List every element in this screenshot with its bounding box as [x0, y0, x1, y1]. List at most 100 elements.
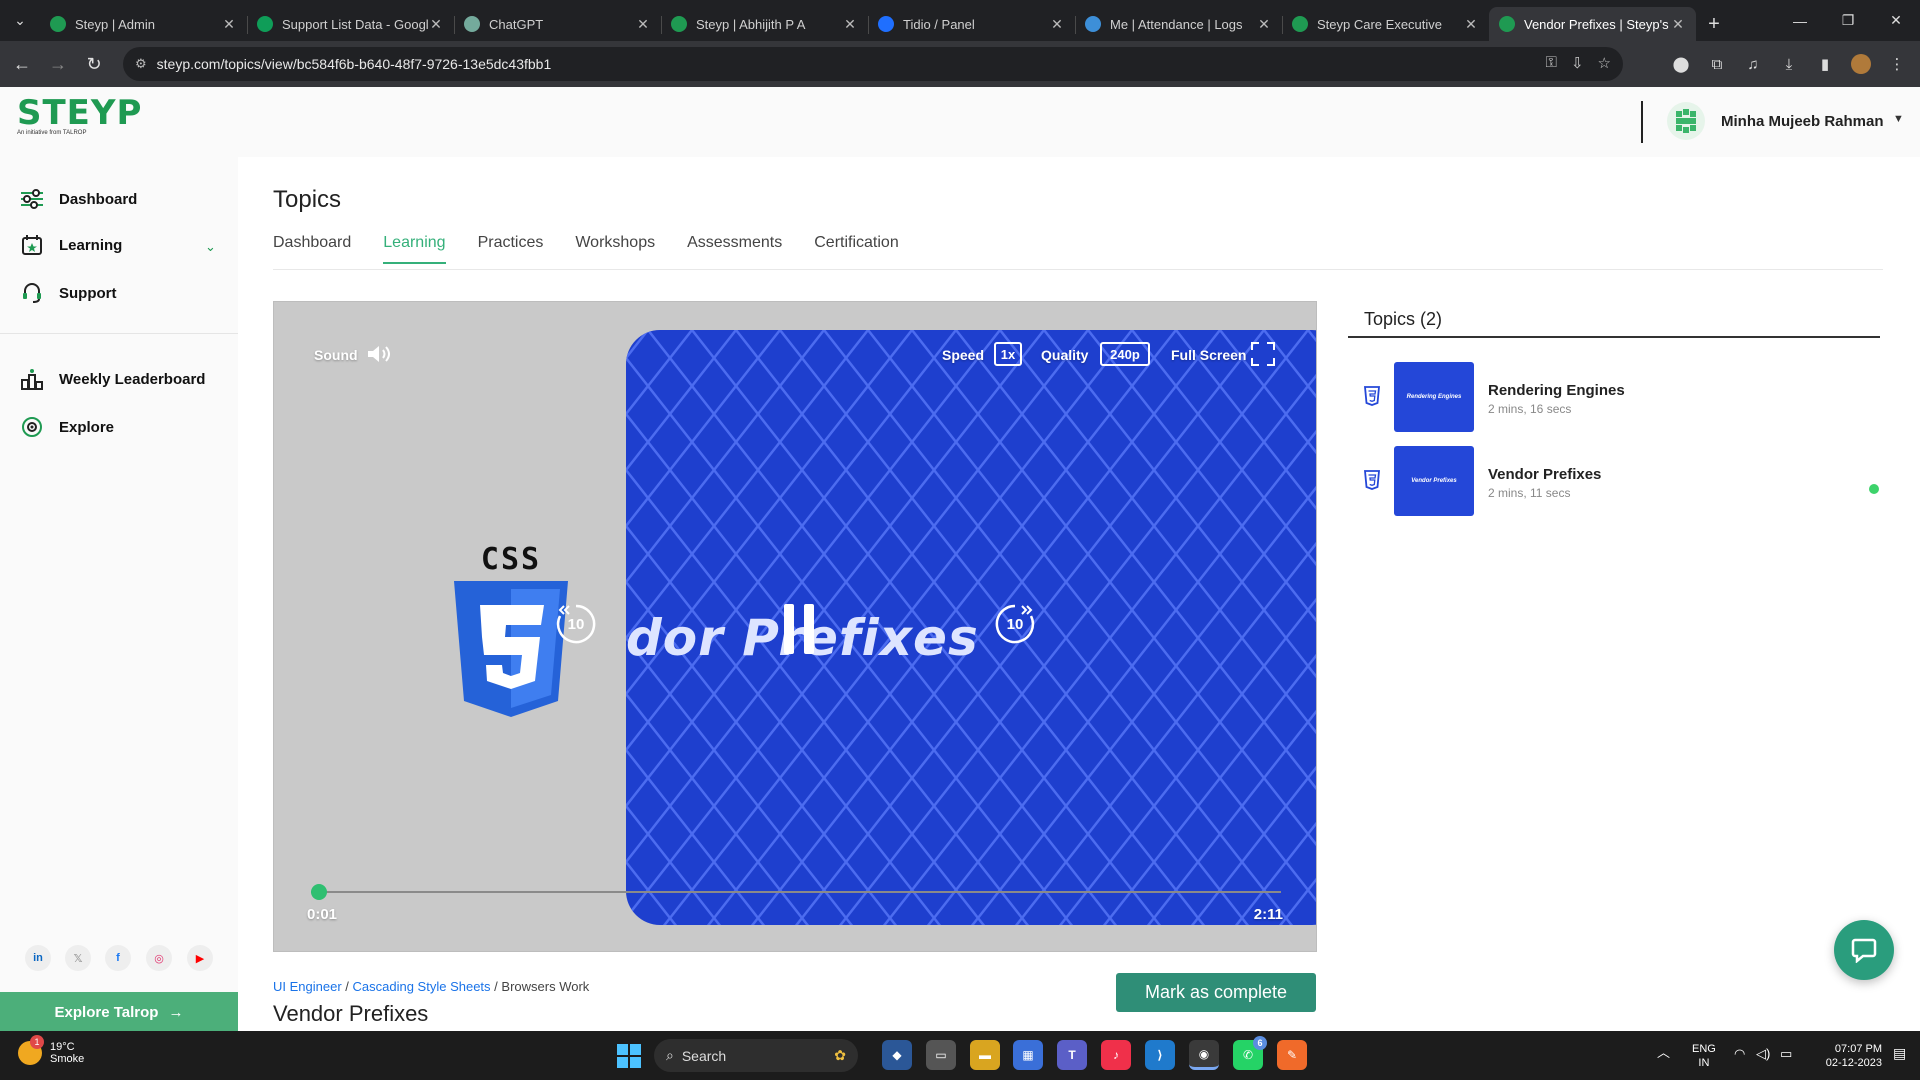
tab-certification[interactable]: Certification	[814, 234, 898, 264]
downloads-icon[interactable]: ⤓	[1774, 46, 1804, 82]
sidebar-item-explore[interactable]: Explore	[20, 415, 114, 439]
close-tab-icon[interactable]: ✕	[842, 16, 858, 33]
rewind-10-button[interactable]: 10	[554, 602, 598, 646]
sidebar-item-support[interactable]: Support	[20, 281, 117, 305]
whatsapp-badge: 6	[1253, 1036, 1267, 1050]
speed-button[interactable]: 1x	[994, 342, 1022, 366]
install-app-icon[interactable]: ⇩	[1571, 54, 1584, 72]
side-panel-icon[interactable]: ▮	[1810, 46, 1840, 82]
youtube-icon[interactable]: ▶	[187, 945, 213, 971]
close-window-button[interactable]: ✕	[1872, 0, 1920, 41]
weather-widget[interactable]: 1 19°C Smoke	[18, 1035, 84, 1065]
tab-practices[interactable]: Practices	[478, 234, 544, 264]
browser-tab[interactable]: Steyp Care Executive ✕	[1282, 7, 1489, 41]
progress-handle[interactable]	[310, 884, 327, 900]
browser-tab[interactable]: Support List Data - Googl ✕	[247, 7, 454, 41]
browser-tab[interactable]: Me | Attendance | Logs ✕	[1075, 7, 1282, 41]
task-view-icon[interactable]: ▭	[926, 1040, 956, 1070]
linkedin-icon[interactable]: in	[25, 945, 51, 971]
app-header: STEYP An initiative from TALROP Minha Mu…	[0, 87, 1920, 157]
microsoft-store-icon[interactable]: ▦	[1013, 1040, 1043, 1070]
css3-logo: CSS	[452, 542, 570, 722]
chrome-icon[interactable]: ◉	[1189, 1040, 1219, 1070]
browser-tab[interactable]: ChatGPT ✕	[454, 7, 661, 41]
tab-search-button[interactable]: ⌄	[0, 0, 40, 41]
breadcrumb-link-css[interactable]: Cascading Style Sheets	[353, 979, 491, 994]
tab-dashboard[interactable]: Dashboard	[273, 234, 351, 264]
chat-widget-button[interactable]	[1834, 920, 1894, 980]
sidebar-item-dashboard[interactable]: Dashboard	[20, 187, 137, 211]
browser-tab[interactable]: Steyp | Admin ✕	[40, 7, 247, 41]
volume-icon[interactable]: ◁)	[1756, 1047, 1770, 1061]
apple-music-icon[interactable]: ♪	[1101, 1040, 1131, 1070]
topic-item[interactable]: Vendor Prefixes Vendor Prefixes 2 mins, 11…	[1364, 446, 1880, 516]
pause-button[interactable]	[779, 602, 819, 656]
facebook-icon[interactable]: f	[105, 945, 131, 971]
clock[interactable]: 07:07 PM 02-12-2023	[1820, 1042, 1882, 1070]
wifi-icon[interactable]: ◠	[1734, 1047, 1745, 1061]
user-name[interactable]: Minha Mujeeb Rahman	[1721, 113, 1884, 130]
quality-button[interactable]: 240p	[1100, 342, 1150, 366]
reload-button[interactable]: ↻	[76, 46, 112, 82]
close-tab-icon[interactable]: ✕	[635, 16, 651, 33]
vscode-icon[interactable]: ⟩	[1145, 1040, 1175, 1070]
teams-icon[interactable]: T	[1057, 1040, 1087, 1070]
sidebar-item-learning[interactable]: Learning	[20, 233, 122, 257]
close-tab-icon[interactable]: ✕	[1670, 16, 1686, 33]
fullscreen-icon[interactable]	[1251, 342, 1275, 371]
mark-complete-button[interactable]: Mark as complete	[1116, 973, 1316, 1012]
notifications-icon[interactable]: ▤	[1893, 1046, 1906, 1060]
instagram-icon[interactable]: ◎	[146, 945, 172, 971]
taskbar-search[interactable]: ⌕ Search ✿	[654, 1039, 858, 1072]
new-tab-button[interactable]: +	[1696, 7, 1732, 41]
x-icon[interactable]: 𝕏	[65, 945, 91, 971]
battery-icon[interactable]: ▭	[1780, 1047, 1792, 1061]
fullscreen-label[interactable]: Full Screen	[1171, 347, 1246, 363]
profile-avatar-icon[interactable]	[1846, 46, 1876, 82]
close-tab-icon[interactable]: ✕	[221, 16, 237, 33]
tab-assessments[interactable]: Assessments	[687, 234, 782, 264]
restore-button[interactable]: ❐	[1824, 0, 1872, 41]
close-tab-icon[interactable]: ✕	[1463, 16, 1479, 33]
explore-talrop-button[interactable]: Explore Talrop →	[0, 992, 238, 1032]
extension-icon[interactable]: ⬤	[1666, 46, 1696, 82]
tray-overflow-icon[interactable]: ︿	[1657, 1046, 1670, 1060]
windows-start-button[interactable]	[617, 1044, 641, 1068]
sidebar-item-weekly-leaderboard[interactable]: Weekly Leaderboard	[20, 367, 205, 391]
weather-sun-icon: 1	[18, 1035, 44, 1065]
tab-workshops[interactable]: Workshops	[575, 234, 655, 264]
file-explorer-icon[interactable]: ▬	[970, 1040, 1000, 1070]
back-button[interactable]: ←	[4, 46, 40, 82]
topic-item[interactable]: Rendering Engines Rendering Engines 2 mins…	[1364, 362, 1880, 432]
browser-tab[interactable]: Vendor Prefixes | Steyp's ✕	[1489, 7, 1696, 41]
tab-learning[interactable]: Learning	[383, 234, 446, 264]
close-tab-icon[interactable]: ✕	[428, 16, 444, 33]
steyp-logo[interactable]: STEYP An initiative from TALROP	[17, 95, 142, 136]
breadcrumb-link-ui-engineer[interactable]: UI Engineer	[273, 979, 342, 994]
sound-label[interactable]: Sound	[314, 347, 358, 363]
forward-button[interactable]: →	[40, 46, 76, 82]
language-indicator[interactable]: ENG IN	[1692, 1042, 1716, 1070]
media-control-icon[interactable]: ♫	[1738, 46, 1768, 82]
bookmark-star-icon[interactable]: ☆	[1598, 54, 1611, 72]
extensions-puzzle-icon[interactable]: ⧉	[1702, 46, 1732, 82]
video-player[interactable]: CSS dor Prefixes Sound Speed 1x Quality …	[273, 301, 1317, 952]
minimize-button[interactable]: —	[1776, 0, 1824, 41]
browser-tab[interactable]: Tidio / Panel ✕	[868, 7, 1075, 41]
speaker-icon[interactable]	[366, 343, 392, 370]
close-tab-icon[interactable]: ✕	[1049, 16, 1065, 33]
browser-tab[interactable]: Steyp | Abhijith P A ✕	[661, 7, 868, 41]
whatsapp-icon[interactable]: ✆ 6	[1233, 1036, 1267, 1070]
close-tab-icon[interactable]: ✕	[1256, 16, 1272, 33]
copilot-icon[interactable]: ◆	[882, 1040, 912, 1070]
postman-icon[interactable]: ✎	[1277, 1040, 1307, 1070]
forward-10-button[interactable]: 10	[993, 602, 1037, 646]
address-bar[interactable]: ⚙ steyp.com/topics/view/bc584f6b-b640-48…	[123, 47, 1623, 81]
site-info-icon[interactable]: ⚙	[135, 56, 147, 72]
learning-expand-chevron-icon[interactable]: ⌄	[205, 239, 216, 255]
progress-bar[interactable]	[310, 884, 1281, 900]
user-avatar[interactable]	[1667, 102, 1705, 140]
password-key-icon[interactable]: ⚿	[1546, 54, 1557, 72]
user-menu-caret-icon[interactable]: ▼	[1893, 113, 1904, 125]
browser-menu-icon[interactable]: ⋮	[1882, 46, 1912, 82]
